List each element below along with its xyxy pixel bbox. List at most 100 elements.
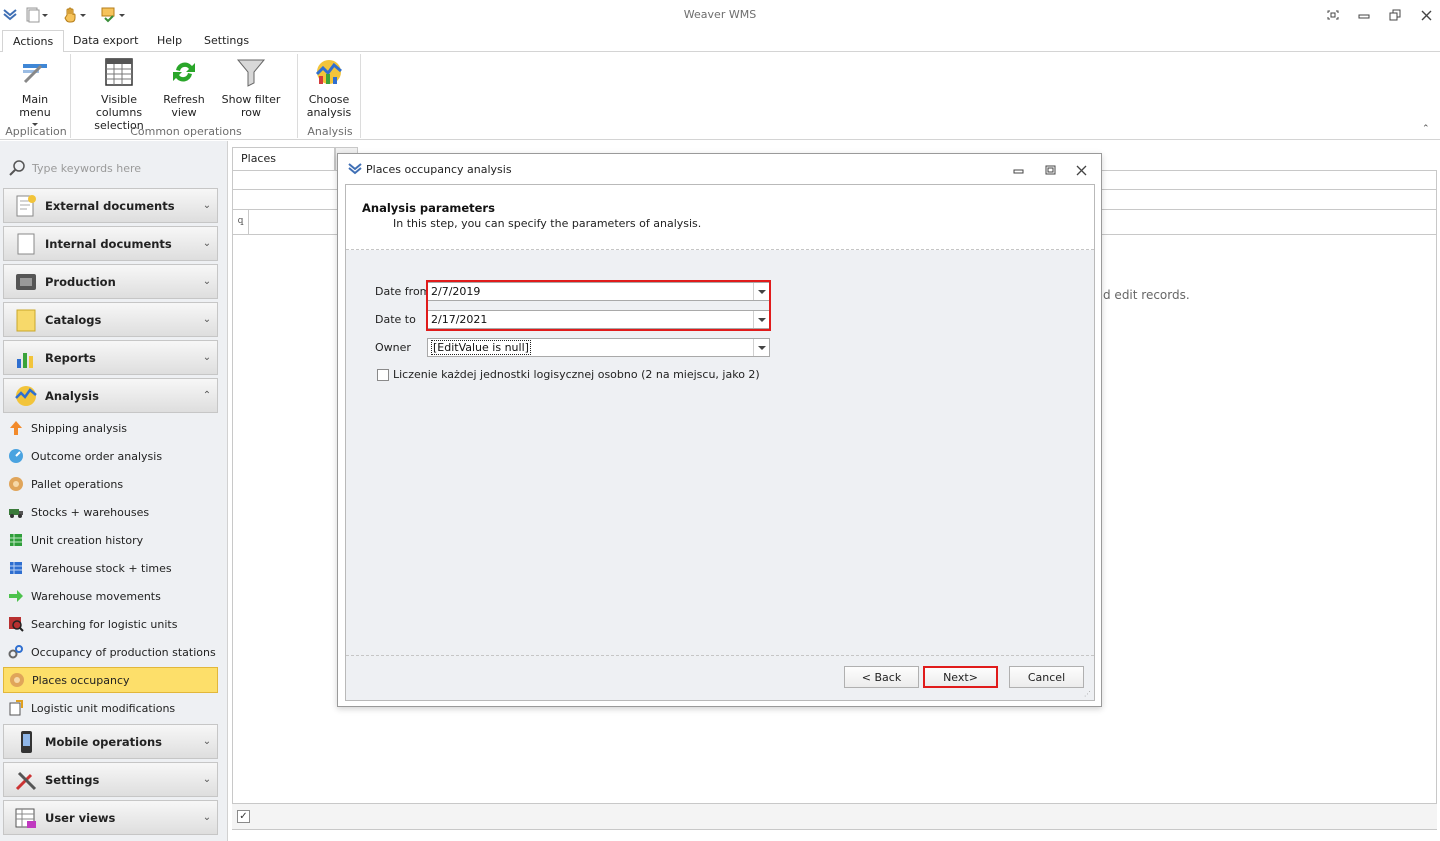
nav-group-analysis[interactable]: Analysis ⌃ [3,378,218,413]
tab-help[interactable]: Help [147,30,192,52]
catalogs-icon [16,309,36,331]
nav-item-unit-creation-history[interactable]: Unit creation history [8,529,218,551]
main-menu-icon [23,64,47,84]
chevron-down-icon: ⌄ [202,352,212,363]
nav-search[interactable]: Type keywords here [8,159,218,177]
analysis-icon [15,385,37,406]
show-filter-row-button[interactable]: Show filter row [212,56,290,119]
cancel-button[interactable]: Cancel [1009,666,1084,688]
owner-label: Owner [375,341,411,354]
nav-group-internal-documents[interactable]: Internal documents ⌄ [3,226,218,261]
grid-empty-hint: d edit records. [1103,288,1190,302]
group-label-common-operations: Common operations [130,125,242,138]
ribbon: Main menu Application Visible columns se… [0,52,1440,140]
nav-item-warehouse-stock-times[interactable]: Warehouse stock + times [8,557,218,579]
window-title: Weaver WMS [683,8,757,21]
nav-group-catalogs[interactable]: Catalogs ⌄ [3,302,218,337]
refresh-view-button[interactable]: Refresh view [162,56,206,119]
nav-item-logistic-unit-modifications[interactable]: Logistic unit modifications [8,697,218,719]
document-tab-places-occupancy[interactable]: Places occupancy [232,147,335,187]
group-label-application: Application [5,125,67,138]
nav-group-production[interactable]: Production ⌄ [3,264,218,299]
wizard-header: Analysis parameters In this step, you ca… [346,185,1094,250]
grid-status-bar: ✓ [232,803,1437,829]
production-icon [16,273,36,290]
refresh-icon [173,62,195,82]
checkbox-box[interactable] [377,368,389,381]
nav-group-user-views[interactable]: User views ⌄ [3,800,218,835]
count-units-separately-checkbox[interactable]: Liczenie każdej jednostki logisycznej os… [377,368,760,381]
green-table-icon [8,532,24,548]
owner-dropdown-icon[interactable] [753,339,769,356]
nav-item-outcome-order-analysis[interactable]: Outcome order analysis [8,445,218,467]
dialog-maximize-icon[interactable] [1043,163,1057,177]
tab-data-export[interactable]: Data export [63,30,148,52]
nav-item-pallet-operations[interactable]: Pallet operations [8,473,218,495]
highlight-date-fields [426,280,771,331]
app-logo-icon [348,163,362,175]
dialog-minimize-icon[interactable] [1011,163,1025,177]
search-input[interactable]: Type keywords here [32,162,141,175]
status-checkbox[interactable]: ✓ [237,810,250,823]
owner-field[interactable]: [EditValue is null] [427,338,770,357]
resize-grip-icon[interactable]: ⋰ [1084,690,1092,698]
analysis-chart-icon [315,60,342,84]
nav-group-settings[interactable]: Settings ⌄ [3,762,218,797]
modify-document-icon [8,700,24,716]
ribbon-separator [360,54,361,138]
external-documents-icon [16,194,36,216]
nav-item-occupancy-production-stations[interactable]: Occupancy of production stations [8,641,218,663]
tools-icon [15,771,37,790]
fullscreen-icon[interactable] [1325,7,1341,23]
nav-item-places-occupancy[interactable]: Places occupancy [3,667,218,693]
dialog-close-icon[interactable] [1074,163,1088,177]
restore-icon[interactable] [1387,7,1403,23]
nav-item-searching-logistic-units[interactable]: Searching for logistic units [8,613,218,635]
nav-item-warehouse-movements[interactable]: Warehouse movements [8,585,218,607]
minimize-icon[interactable] [1356,7,1372,23]
wizard-body: Analysis parameters In this step, you ca… [345,184,1095,701]
tab-settings[interactable]: Settings [194,30,259,52]
dialog-title: Places occupancy analysis [366,162,512,176]
ribbon-tabs: Actions Data export Help Settings [0,30,1440,53]
nav-group-external-documents[interactable]: External documents ⌄ [3,188,218,223]
chevron-down-icon: ⌄ [202,774,212,785]
chevron-down-icon: ⌄ [202,276,212,287]
filter-pin-icon[interactable]: ꝗ [233,210,249,234]
choose-analysis-button[interactable]: Choose analysis [305,56,353,119]
pallet-icon [8,476,24,492]
arrow-up-icon [8,420,24,436]
gauge-icon [8,448,24,464]
nav-item-shipping-analysis[interactable]: Shipping analysis [8,417,218,439]
blue-table-icon [8,560,24,576]
chevron-down-icon: ⌄ [202,736,212,747]
dialog-title-bar: Places occupancy analysis [338,154,1101,184]
visible-columns-button[interactable]: Visible columns selection [82,56,156,132]
chevron-down-icon: ⌄ [202,200,212,211]
back-button[interactable]: < Back [844,666,919,688]
main-menu-button[interactable]: Main menu [5,56,65,126]
nav-group-mobile-operations[interactable]: Mobile operations ⌄ [3,724,218,759]
nav-item-stocks-warehouses[interactable]: Stocks + warehouses [8,501,218,523]
truck-icon [8,504,24,520]
chevron-down-icon: ⌄ [202,238,212,249]
pallet-icon [9,672,25,688]
arrow-right-icon [8,588,24,604]
close-icon[interactable] [1418,7,1434,23]
mobile-device-icon [21,730,32,753]
internal-documents-icon [17,233,35,254]
navigation-pane: Type keywords here External documents ⌄ … [0,141,228,841]
gears-icon [8,644,24,660]
nav-group-reports[interactable]: Reports ⌄ [3,340,218,375]
reports-icon [17,352,33,368]
chevron-up-icon: ⌃ [202,390,212,401]
collapse-ribbon-icon[interactable]: ⌃ [1422,124,1430,134]
table-columns-icon [105,58,133,86]
search-units-icon [8,616,24,632]
tab-actions[interactable]: Actions [2,30,65,53]
title-bar: Weaver WMS [0,0,1440,30]
wizard-step-description: In this step, you can specify the parame… [393,217,702,230]
ribbon-separator [297,54,298,138]
next-button[interactable]: Next> [923,666,998,688]
wizard-footer-divider [346,655,1094,656]
